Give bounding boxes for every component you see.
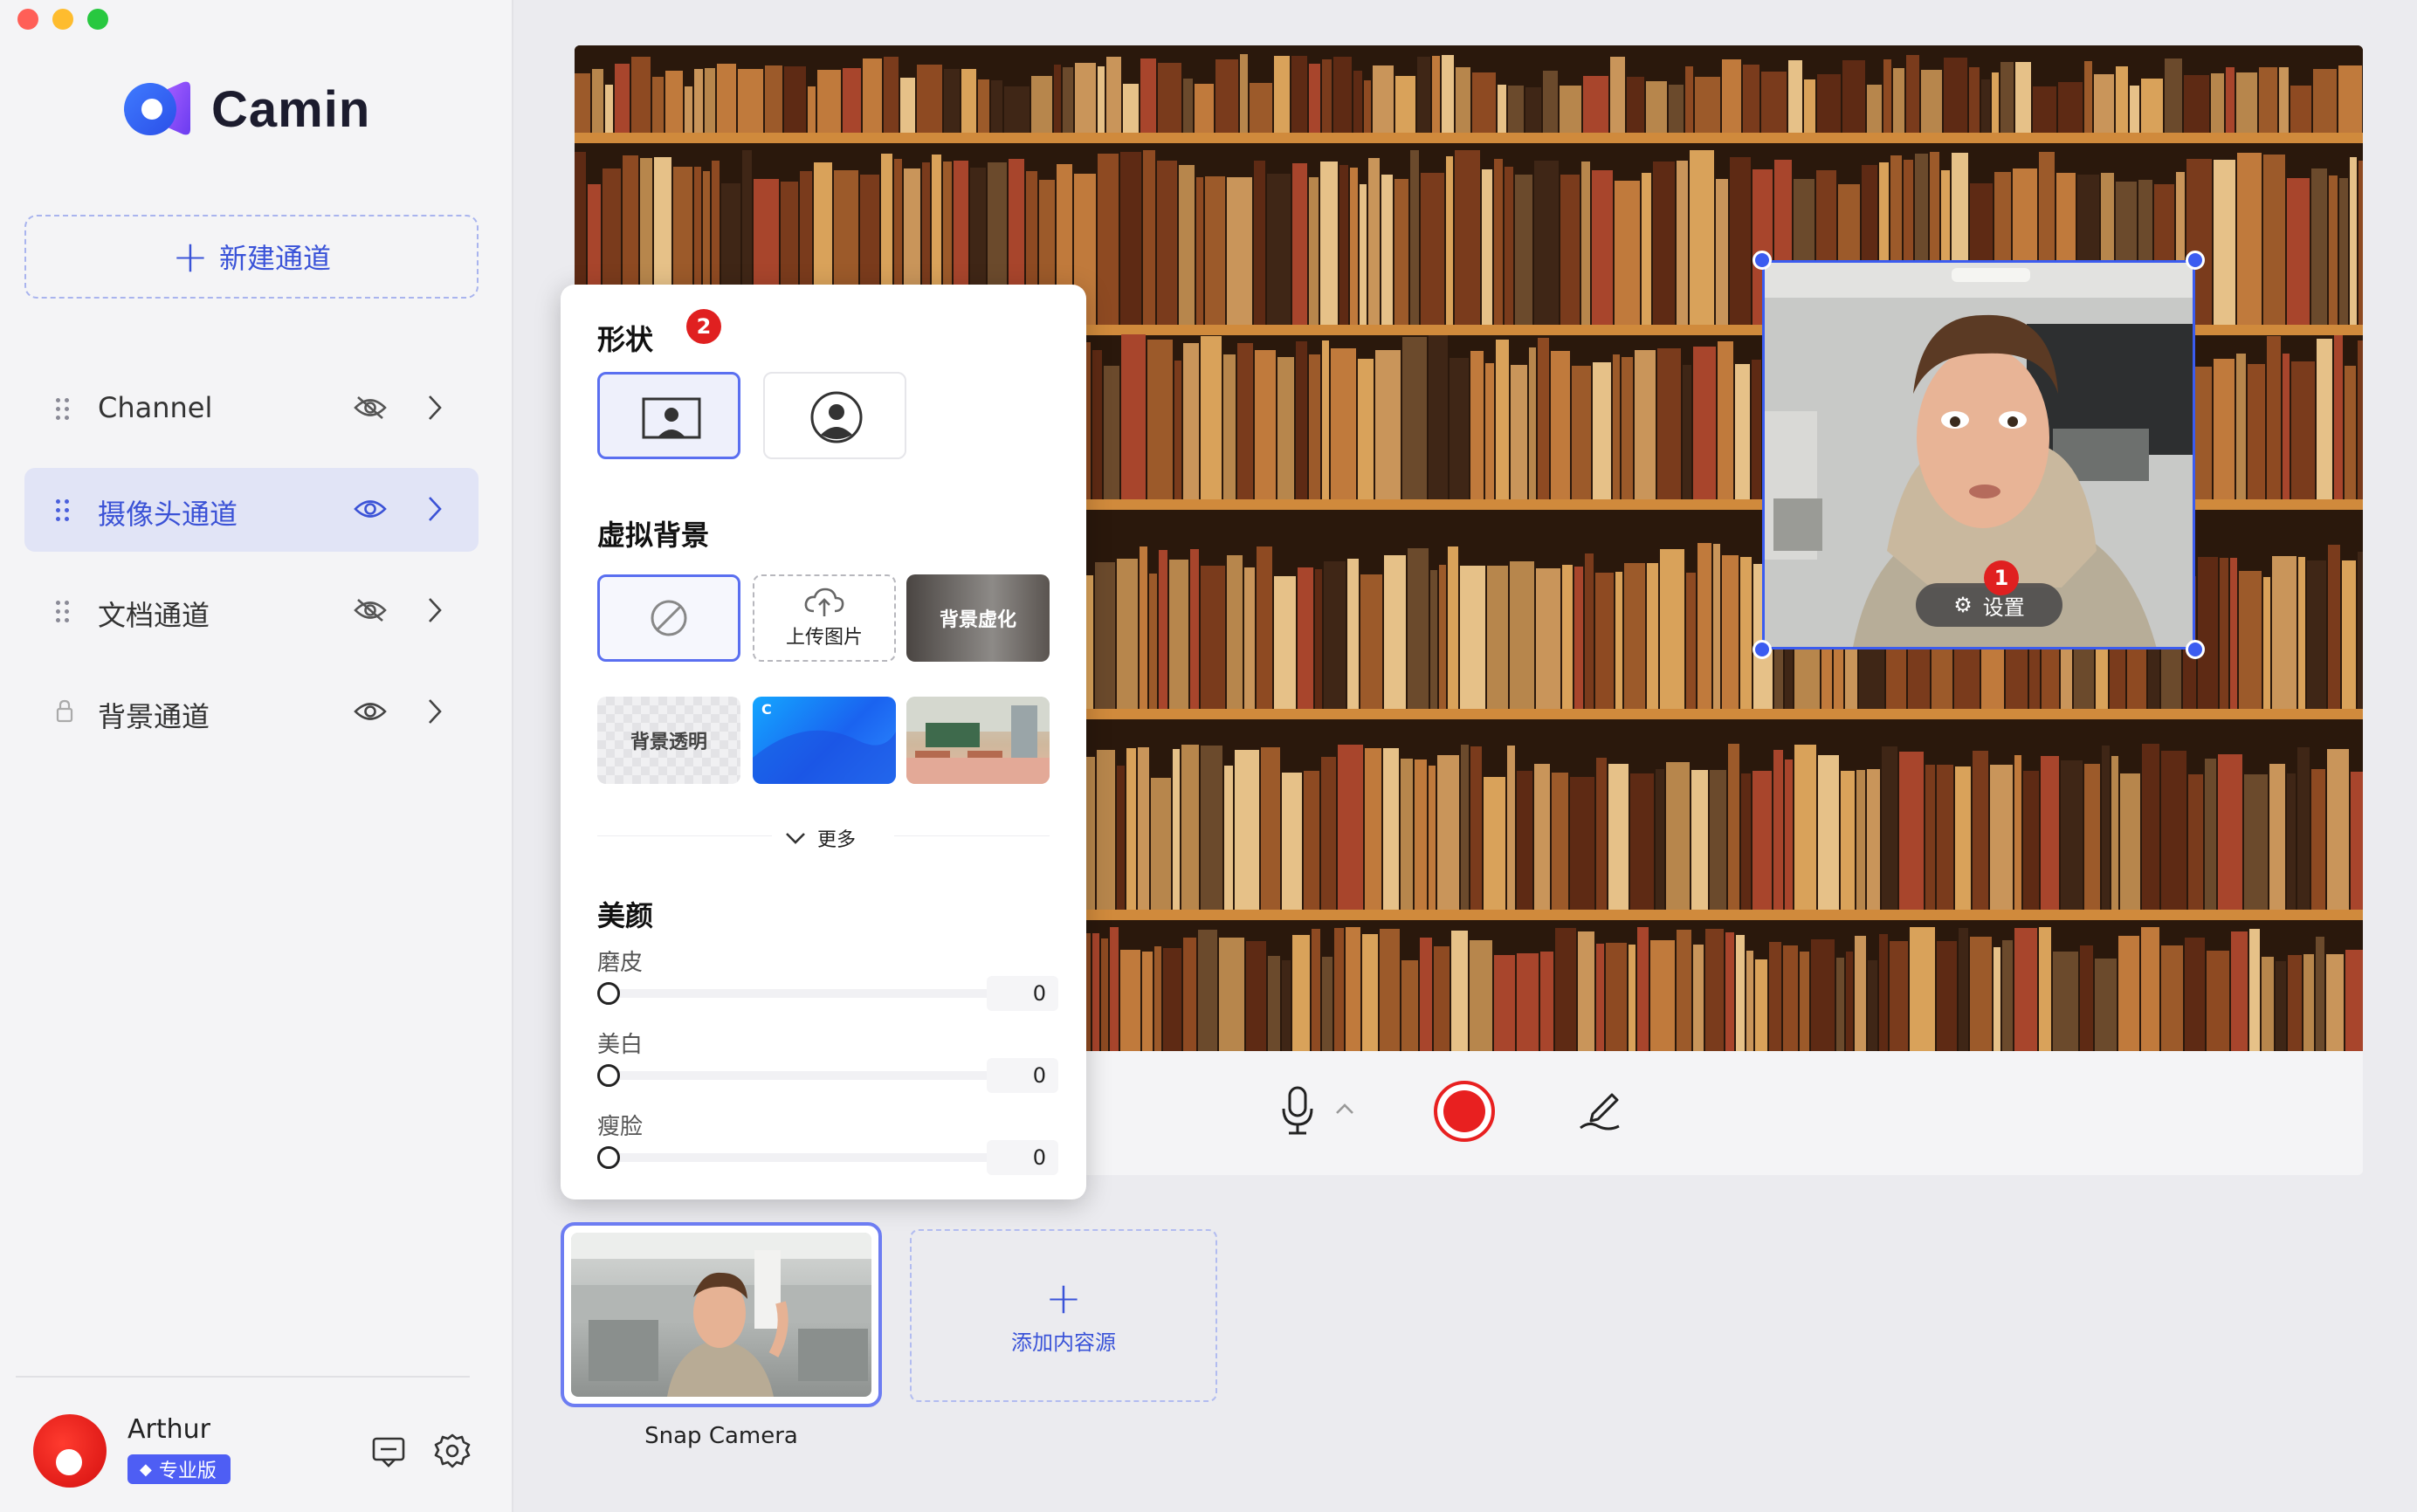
- face-slim-label: 瘦脸: [597, 1114, 644, 1140]
- sidebar-item-label: Channel: [98, 391, 213, 424]
- chevron-down-icon: [786, 833, 805, 844]
- record-icon: [1443, 1090, 1485, 1132]
- shape-circle-option[interactable]: [763, 372, 906, 459]
- upload-cloud-icon: [804, 588, 844, 616]
- transparent-label: 背景透明: [630, 732, 707, 753]
- plan-badge: ◆ 专业版: [127, 1454, 231, 1484]
- beauty-title: 美颜: [597, 899, 654, 932]
- whitening-slider-track[interactable]: [608, 1071, 992, 1080]
- caret-up-icon[interactable]: [1334, 1102, 1355, 1116]
- avatar[interactable]: [33, 1414, 107, 1488]
- chevron-right-icon[interactable]: [426, 494, 444, 524]
- add-source-label: 添加内容源: [1011, 1330, 1116, 1355]
- new-channel-label: 新建通道: [218, 242, 331, 275]
- chevron-right-icon[interactable]: [426, 393, 444, 423]
- sidebar-item-label: 背景通道: [98, 700, 210, 733]
- lock-icon: [56, 699, 73, 723]
- resize-handle-top-left[interactable]: [1752, 251, 1772, 270]
- diamond-icon: ◆: [140, 1460, 152, 1479]
- chevron-right-icon[interactable]: [426, 595, 444, 625]
- window-zoom-button[interactable]: [87, 9, 108, 30]
- blur-label: 背景虚化: [939, 609, 1016, 631]
- background-blur-option[interactable]: 背景虚化: [906, 574, 1050, 662]
- ban-icon: [651, 600, 687, 636]
- smoothing-label: 磨皮: [597, 950, 644, 976]
- user-name: Arthur: [127, 1414, 210, 1445]
- add-source-button[interactable]: + 添加内容源: [910, 1229, 1217, 1402]
- shape-title: 形状: [597, 323, 654, 356]
- blue-abstract-thumbnail: C: [753, 701, 896, 784]
- camera-settings-panel: 形状 2 虚拟背景 上传图片 背景虚化 背景透明 C 更多 美颜 磨皮 0 美白…: [561, 285, 1086, 1199]
- smoothing-value[interactable]: 0: [987, 976, 1058, 1011]
- resize-handle-bottom-right[interactable]: [2186, 640, 2205, 659]
- window-minimize-button[interactable]: [52, 9, 73, 30]
- background-upload-option[interactable]: 上传图片: [753, 574, 896, 662]
- sidebar-item-channel[interactable]: Channel: [24, 367, 479, 450]
- rectangle-person-icon: [642, 397, 701, 439]
- divider-left: [597, 835, 772, 836]
- sidebar-item-label: 摄像头通道: [98, 498, 238, 531]
- resize-handle-bottom-left[interactable]: [1752, 640, 1772, 659]
- background-classroom-option[interactable]: [906, 697, 1050, 784]
- svg-text:C: C: [761, 701, 772, 718]
- new-channel-button[interactable]: + 新建通道: [24, 215, 479, 299]
- drag-handle-icon[interactable]: [56, 601, 72, 623]
- record-button[interactable]: [1434, 1081, 1495, 1142]
- app-logo: Camin: [122, 79, 370, 140]
- shape-rectangle-option[interactable]: [597, 372, 740, 459]
- virtual-background-title: 虚拟背景: [597, 519, 710, 552]
- source-snap-camera[interactable]: [561, 1222, 882, 1407]
- face-slim-slider-track[interactable]: [608, 1153, 992, 1162]
- snap-camera-thumbnail: [571, 1233, 871, 1397]
- sidebar-item-background-channel[interactable]: 背景通道: [24, 670, 479, 754]
- gear-icon: ⚙: [1953, 593, 1973, 617]
- smoothing-slider-track[interactable]: [608, 989, 992, 998]
- whitening-value[interactable]: 0: [987, 1058, 1058, 1093]
- sidebar-divider: [16, 1376, 470, 1378]
- source-snap-camera-label: Snap Camera: [644, 1423, 798, 1449]
- avatar-logo-icon: [56, 1449, 82, 1475]
- eye-icon[interactable]: [353, 496, 388, 522]
- sidebar-item-label: 文档通道: [98, 599, 210, 632]
- background-none-option[interactable]: [597, 574, 740, 662]
- camin-logo-icon: [124, 81, 190, 135]
- pen-icon[interactable]: [1577, 1086, 1624, 1133]
- step-badge-1: 1: [1984, 560, 2019, 595]
- snap-camera-preview-illustration: [571, 1233, 871, 1397]
- circle-person-icon: [810, 391, 863, 443]
- background-blue-option[interactable]: C: [753, 697, 896, 784]
- eye-icon[interactable]: [353, 698, 388, 725]
- whitening-slider-knob[interactable]: [597, 1064, 620, 1087]
- whitening-label: 美白: [597, 1032, 644, 1058]
- step-badge-2: 2: [686, 309, 721, 344]
- sidebar-item-document-channel[interactable]: 文档通道: [24, 569, 479, 653]
- plus-icon: +: [1045, 1272, 1082, 1323]
- plan-label: 专业版: [158, 1460, 217, 1482]
- sidebar: Camin + 新建通道 Channel 摄像头通道 文档通道 背景通道 Art…: [0, 0, 513, 1512]
- gear-icon[interactable]: [433, 1432, 472, 1470]
- upload-label: 上传图片: [785, 627, 863, 649]
- eye-off-icon[interactable]: [353, 395, 388, 421]
- drag-handle-icon[interactable]: [56, 398, 72, 421]
- message-icon[interactable]: [370, 1433, 407, 1470]
- classroom-thumbnail: [906, 697, 1050, 784]
- resize-handle-top-right[interactable]: [2186, 251, 2205, 270]
- chevron-right-icon[interactable]: [426, 697, 444, 726]
- more-label: 更多: [817, 829, 857, 851]
- mic-icon[interactable]: [1280, 1084, 1315, 1137]
- app-name: Camin: [211, 80, 371, 138]
- divider-right: [894, 835, 1050, 836]
- sidebar-item-camera-channel[interactable]: 摄像头通道: [24, 468, 479, 552]
- drag-handle-icon[interactable]: [56, 499, 72, 522]
- eye-off-icon[interactable]: [353, 597, 388, 623]
- more-backgrounds-button[interactable]: 更多: [784, 824, 856, 852]
- face-slim-value[interactable]: 0: [987, 1140, 1058, 1175]
- face-slim-slider-knob[interactable]: [597, 1146, 620, 1169]
- background-transparent-option[interactable]: 背景透明: [597, 697, 740, 784]
- plus-icon: +: [172, 231, 209, 282]
- window-close-button[interactable]: [17, 9, 38, 30]
- smoothing-slider-knob[interactable]: [597, 982, 620, 1005]
